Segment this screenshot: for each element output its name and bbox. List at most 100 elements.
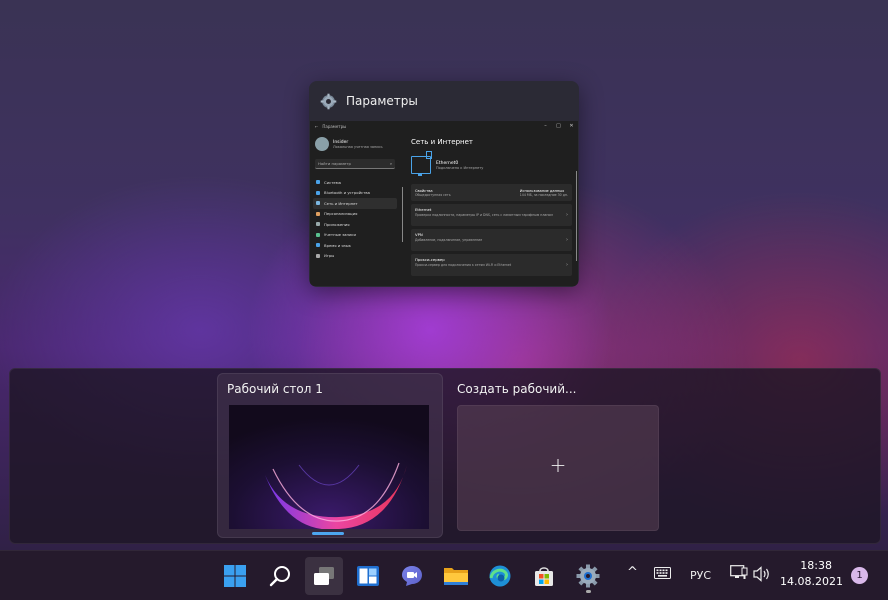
thumb-user-sub: Локальная учетная запись [333,144,383,149]
thumb-nav-icon [316,222,320,227]
touch-keyboard-button[interactable] [654,567,671,582]
thumb-usage-label: Использование данных [519,188,565,193]
thumb-nav-icon [316,190,320,195]
window-card-titlebar[interactable]: Параметры [309,81,579,121]
thumb-back-icon: ← [315,123,319,129]
thumb-nav-item: Приложения [310,219,400,230]
edge-icon [489,565,511,587]
thumb-content-scrollbar [576,171,577,261]
thumb-nav-icon [316,232,320,237]
thumb-nav-label: Система [324,179,341,185]
thumb-nav-label: Игры [324,253,335,259]
thumb-settings-row: Прокси-сервер Прокси-сервер для подключен… [411,254,572,276]
thumb-nav-item: Сеть и Интернет [313,198,397,209]
start-icon [224,565,246,587]
store-icon [535,567,553,586]
thumb-heading: Сеть и Интернет [411,138,473,146]
thumb-nav-item: Система [310,177,400,188]
thumb-nav-icon [316,211,320,216]
window-card-title: Параметры [346,94,418,108]
thumb-nav-label: Bluetooth и устройства [324,190,370,196]
store-button[interactable] [525,557,563,595]
thumb-nav-label: Персонализация [324,211,358,217]
thumb-titlebar: ← Параметры – □ ✕ [310,121,578,131]
desktop-1-thumbnail[interactable] [229,405,429,529]
thumb-nav-icon [316,243,320,248]
volume-button[interactable] [753,566,771,585]
widgets-icon [357,566,379,586]
thumb-usage-value: 144 МБ, за последние 30 дн. [519,192,568,197]
thumb-row-title: VPN [415,232,423,237]
language-indicator[interactable]: РУС [690,569,711,582]
clock[interactable]: 18:38 14.08.2021 [780,558,843,590]
thumb-nav-label: Приложения [324,221,350,227]
thumb-nav-item: Учетные записи [310,230,400,241]
clock-time: 18:38 [800,559,832,572]
virtual-desktops-strip [9,368,881,544]
thumb-row-sub: Проверка подлинности, параметры IP и DNS… [415,213,553,217]
thumb-row-sub: Прокси-сервер для подключения к сетям Wi… [415,263,512,267]
thumb-search-icon: ⌕ [389,161,392,166]
keyboard-icon [654,567,671,579]
thumb-settings-row: Ethernet Проверка подлинности, параметры … [411,204,572,226]
thumb-row-sub: Добавление, подключение, управление [415,238,483,242]
thumb-maximize-icon: □ [556,123,561,129]
thumb-app-title: Параметры [322,123,347,129]
edge-button[interactable] [481,557,519,595]
plus-icon[interactable]: + [548,455,568,475]
ethernet-monitor-icon [411,151,432,176]
file-explorer-button[interactable] [437,557,475,595]
thumb-nav-item: Bluetooth и устройства [310,188,400,199]
avatar [315,137,329,151]
thumb-nav-item: Время и язык [310,240,400,251]
chat-icon [402,566,422,586]
thumb-content: Сеть и Интернет Ethernet0 Подключено к И… [406,131,576,286]
settings-icon [576,564,600,588]
start-button[interactable] [216,557,254,595]
thumb-search-placeholder: Найти параметр [318,161,351,166]
thumb-sidebar: Insider Локальная учетная запись Найти п… [310,131,400,286]
thumb-nav-icon [316,253,320,258]
thumb-properties-row: Свойства Общедоступная сеть Использовани… [411,184,572,201]
thumb-sidebar-scrollbar [402,187,403,242]
new-desktop-label[interactable]: Создать рабочий... [457,382,576,396]
thumb-settings-row: VPN Добавление, подключение, управление › [411,229,572,251]
thumb-row-title: Прокси-сервер [415,257,445,262]
thumb-nav-item: Игры [310,251,400,262]
thumb-ethernet-summary: Ethernet0 Подключено к Интернету [406,151,576,179]
network-button[interactable] [730,565,748,584]
wallpaper-bloom-image [229,405,429,529]
thumb-nav-list: Система Bluetooth и устройства Сеть и Инте… [310,177,400,261]
thumb-search-field: Найти параметр ⌕ [315,159,395,169]
thumb-nav-label: Сеть и Интернет [324,200,358,206]
file-explorer-icon [444,568,468,585]
tray-overflow-chevron-icon[interactable]: ^ [627,565,638,580]
notification-badge[interactable]: 1 [851,567,868,584]
thumb-eth-status: Подключено к Интернету [436,165,484,170]
thumb-nav-icon [316,180,320,185]
running-app-indicator [586,590,591,593]
chevron-right-icon: › [566,212,568,218]
chat-button[interactable] [393,557,431,595]
thumb-nav-item: Персонализация [310,209,400,220]
settings-gear-icon [320,93,337,109]
network-icon [730,565,748,579]
thumb-minimize-icon: – [544,123,547,129]
thumb-nav-label: Время и язык [324,242,351,248]
widgets-button[interactable] [349,557,387,595]
clock-date: 14.08.2021 [780,575,843,588]
thumb-props-sub: Общедоступная сеть [415,192,451,197]
window-thumbnail[interactable]: ← Параметры – □ ✕ Insider Локальная учет… [310,121,578,286]
chevron-right-icon: › [566,262,568,268]
desktop-1-label[interactable]: Рабочий стол 1 [227,382,323,396]
search-icon [269,566,290,587]
task-view-window-card[interactable]: Параметры ← Параметры – □ ✕ Insider Лока… [309,81,579,287]
volume-icon [753,566,769,582]
active-desktop-indicator [312,532,344,535]
thumb-nav-label: Учетные записи [324,232,356,238]
search-button[interactable] [261,557,299,595]
thumb-nav-icon [316,201,320,206]
task-view-button[interactable] [305,557,343,595]
task-view-icon [314,567,334,585]
chevron-right-icon: › [566,237,568,243]
